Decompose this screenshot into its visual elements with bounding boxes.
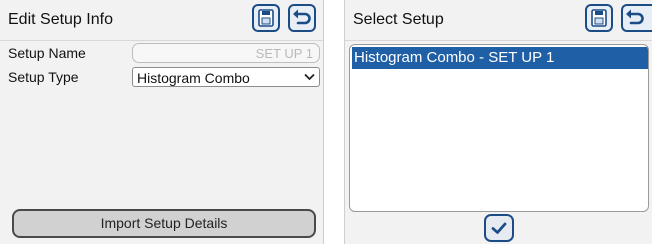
list-item-selected[interactable]: Histogram Combo - SET UP 1: [352, 47, 648, 69]
setup-name-value: SET UP 1: [255, 46, 313, 61]
back-button[interactable]: [288, 4, 316, 32]
setup-type-select[interactable]: Histogram Combo: [132, 67, 320, 87]
save-button[interactable]: [252, 4, 280, 32]
select-setup-panel: Select Setup Histogram Combo - SET UP 1: [344, 0, 652, 244]
select-setup-header: Select Setup: [345, 0, 652, 40]
edit-setup-header: Edit Setup Info: [0, 0, 323, 40]
setup-name-label: Setup Name: [8, 45, 86, 61]
check-icon: [491, 222, 507, 234]
chevron-down-icon: [304, 73, 315, 81]
confirm-button[interactable]: [484, 214, 514, 242]
edit-setup-panel: Edit Setup Info Setup Name SET UP 1 Setu…: [0, 0, 324, 244]
back-icon: [626, 9, 644, 25]
header-divider: [345, 40, 652, 41]
page-title: Select Setup: [353, 11, 444, 28]
header-divider: [0, 40, 323, 41]
import-setup-details-button[interactable]: Import Setup Details: [12, 209, 316, 238]
back-icon: [293, 9, 311, 25]
setup-type-label: Setup Type: [8, 69, 79, 85]
setup-list: Histogram Combo - SET UP 1: [349, 44, 649, 212]
save-button[interactable]: [585, 4, 613, 32]
back-button[interactable]: [621, 4, 652, 32]
page-title: Edit Setup Info: [8, 11, 113, 28]
save-icon: [258, 9, 274, 27]
setup-name-field[interactable]: SET UP 1: [132, 43, 320, 63]
setup-type-value: Histogram Combo: [137, 70, 250, 86]
save-icon: [591, 9, 607, 27]
